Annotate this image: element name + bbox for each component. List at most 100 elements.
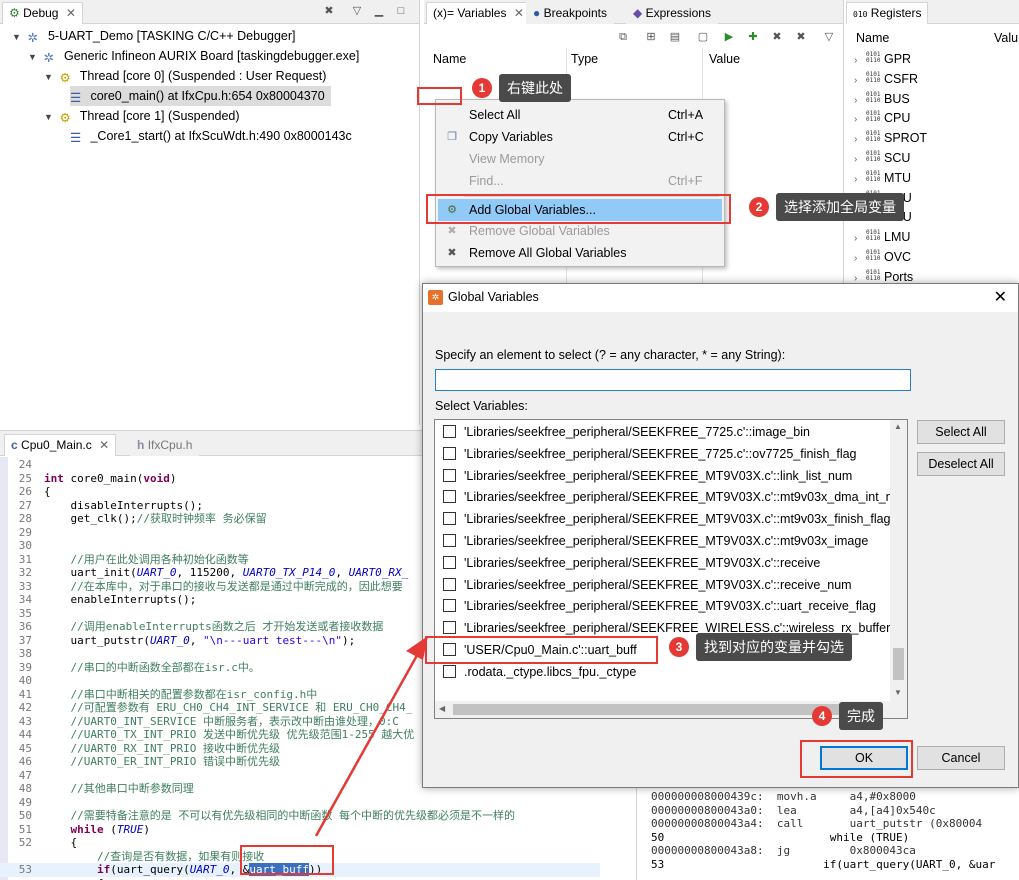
register-group-row[interactable]: ›0101 0110 BUS [854, 89, 910, 109]
variable-list-item[interactable]: .rodata._ctype.libcs_fpu._ctype [443, 662, 636, 683]
view-menu-icon[interactable]: ▽ [350, 4, 364, 18]
close-icon[interactable]: ✕ [66, 6, 76, 20]
checkbox[interactable] [443, 468, 456, 482]
new-icon[interactable]: ▢ [696, 30, 710, 44]
registers-column-name[interactable]: Name [856, 31, 889, 45]
checkbox[interactable] [443, 534, 456, 547]
variable-list-item[interactable]: 'Libraries/seekfree_peripheral/SEEKFREE_… [443, 509, 891, 530]
tab-ifxcpu-h[interactable]: h IfxCpu.h [130, 434, 200, 456]
checkbox[interactable] [443, 577, 456, 591]
tree-thread-core1[interactable]: ▼ ⚙ Thread [core 1] (Suspended) [44, 106, 240, 126]
disassembly-line[interactable]: 00000000800043a0: lea a4,[a4]0x540c [651, 804, 936, 818]
tree-frame-core1-start[interactable]: ☰ _Core1_start() at IfxScuWdt.h:490 0x80… [70, 126, 352, 146]
checkbox[interactable] [443, 446, 456, 460]
register-group-row[interactable]: ›0101 0110 SCU [854, 148, 910, 168]
remove-icon: ✖ [447, 225, 457, 237]
variable-list-item[interactable]: 'Libraries/seekfree_peripheral/SEEKFREE_… [443, 531, 868, 552]
checkbox[interactable] [443, 599, 456, 613]
tree-launch[interactable]: ▼ ✲ 5-UART_Demo [TASKING C/C++ Debugger] [12, 26, 296, 46]
expand-icon[interactable]: ▼ [28, 47, 40, 67]
remove-icon[interactable]: ✖ [770, 30, 784, 44]
register-group-row[interactable]: ›0101 0110 GPR [854, 49, 911, 69]
tab-registers[interactable]: 010 Registers [846, 2, 929, 24]
expand-icon[interactable]: ▼ [44, 67, 56, 87]
register-group-row[interactable]: ›0101 0110 CSFR [854, 69, 918, 89]
disassembly-line[interactable]: 00000000800043a8: jg 0x800043ca [651, 844, 916, 858]
variable-list-item-label: 'Libraries/seekfree_peripheral/SEEKFREE_… [464, 468, 853, 483]
tab-breakpoints[interactable]: ● Breakpoints [526, 2, 614, 24]
tab-variables[interactable]: (x)= Variables ✕ [426, 2, 531, 24]
variable-list-item[interactable]: 'Libraries/seekfree_peripheral/SEEKFREE_… [443, 422, 810, 443]
run-icon[interactable]: ▶ [722, 30, 736, 44]
close-icon[interactable]: ✕ [99, 438, 109, 452]
add-icon[interactable]: ✚ [746, 30, 760, 44]
tree-frame-core0-main[interactable]: ☰ core0_main() at IfxCpu.h:654 0x8000437… [70, 86, 331, 106]
column-name[interactable]: Name [433, 52, 466, 66]
show-type-names-icon[interactable]: ⊞ [644, 30, 658, 44]
select-all-button[interactable]: Select All [917, 420, 1005, 444]
register-group-row[interactable]: ›0101 0110 LMU [854, 227, 910, 247]
dialog-titlebar[interactable]: ✲ Global Variables ✕ [423, 284, 1018, 312]
checkbox[interactable] [443, 490, 456, 504]
cancel-button[interactable]: Cancel [917, 746, 1005, 770]
scroll-up-icon[interactable]: ▲ [894, 422, 902, 431]
register-group-label: CPU [884, 111, 911, 126]
line-number: 50 [18, 809, 32, 822]
disassembly-line[interactable]: 00000000800043a4: call uart_putstr (0x80… [651, 817, 982, 831]
deselect-all-button[interactable]: Deselect All [917, 452, 1005, 476]
expand-icon[interactable]: ▼ [44, 107, 56, 127]
register-group-row[interactable]: ›0101 0110 MTU [854, 168, 911, 188]
disassembly-line[interactable]: 53 if(uart_query(UART_0, &uar [651, 858, 995, 872]
column-type[interactable]: Type [571, 52, 598, 66]
line-number: 28 [18, 512, 32, 525]
code-text: { [44, 485, 51, 498]
collapse-all-icon[interactable]: ⧉ [616, 30, 630, 44]
filter-input[interactable] [435, 369, 911, 391]
menu-item-select-all[interactable]: Select All Ctrl+A [438, 104, 722, 126]
menu-item-remove-all-global-variables[interactable]: ✖ Remove All Global Variables [438, 242, 722, 264]
close-icon[interactable]: ✕ [514, 6, 524, 20]
remove-all-terminated-icon[interactable]: ✖ [322, 4, 336, 18]
checkbox[interactable] [443, 664, 456, 678]
variable-list-item[interactable]: 'Libraries/seekfree_peripheral/SEEKFREE_… [443, 487, 900, 508]
register-group-row[interactable]: ›0101 0110 CPU [854, 108, 910, 128]
remove-all-icon[interactable]: ✖ [794, 30, 808, 44]
variable-list-item[interactable]: 'Libraries/seekfree_peripheral/SEEKFREE_… [443, 575, 852, 596]
checkbox[interactable] [443, 425, 456, 438]
tree-thread-core0[interactable]: ▼ ⚙ Thread [core 0] (Suspended : User Re… [44, 66, 326, 86]
checkbox[interactable] [443, 512, 456, 526]
variable-list-item[interactable]: 'Libraries/seekfree_peripheral/SEEKFREE_… [443, 444, 857, 465]
tab-debug[interactable]: ⚙ Debug ✕ [2, 2, 83, 24]
vertical-scroll-thumb[interactable] [893, 648, 904, 680]
expand-icon[interactable]: ▼ [12, 27, 24, 47]
tree-target[interactable]: ▼ ✲ Generic Infineon AURIX Board [taskin… [28, 46, 359, 66]
close-icon[interactable]: ✕ [994, 287, 1007, 307]
minimize-icon[interactable]: ▁ [372, 4, 386, 18]
maximize-icon[interactable]: □ [394, 4, 408, 18]
toggle-icon[interactable]: ▤ [668, 30, 682, 44]
register-group-row[interactable]: ›0101 0110 OVC [854, 247, 911, 267]
line-number: 38 [18, 647, 32, 660]
vertical-scrollbar[interactable]: ▲ ▼ [890, 420, 907, 702]
scroll-down-icon[interactable]: ▼ [894, 688, 902, 697]
scroll-left-icon[interactable]: ◀ [439, 704, 445, 713]
disassembly-line[interactable]: 50 while (TRUE) [651, 831, 909, 845]
variable-list-item-label: 'Libraries/seekfree_peripheral/SEEKFREE_… [464, 446, 857, 461]
view-menu-icon[interactable]: ▽ [822, 30, 836, 44]
variable-list-item[interactable]: 'Libraries/seekfree_peripheral/SEEKFREE_… [443, 596, 876, 617]
checkbox[interactable] [443, 555, 456, 569]
disassembly-line[interactable]: 000000008000439c: movh.a a4,#0x8000 [651, 790, 916, 804]
column-value[interactable]: Value [709, 52, 740, 66]
menu-item-copy-variables[interactable]: ❐ Copy Variables Ctrl+C [438, 126, 722, 148]
tab-cpu0-main[interactable]: c Cpu0_Main.c ✕ [4, 434, 117, 456]
code-text: //查询是否有数据，如果有则接收 [96, 849, 265, 863]
horizontal-scrollbar[interactable]: ◀ ▶ [435, 701, 907, 718]
register-group-row[interactable]: ›0101 0110 SPROT [854, 128, 927, 148]
variable-list-item[interactable]: 'Libraries/seekfree_peripheral/SEEKFREE_… [443, 553, 820, 574]
horizontal-scroll-thumb[interactable] [453, 704, 868, 715]
variable-list-item[interactable]: 'Libraries/seekfree_peripheral/SEEKFREE_… [443, 466, 852, 487]
registers-column-value[interactable]: Valu [994, 31, 1018, 45]
tab-expressions[interactable]: ◆ Expressions [626, 2, 718, 24]
debug-view: ⚙ Debug ✕ ✖ ▽ ▁ □ ▼ ✲ 5-UART_Demo [TASKI… [0, 0, 420, 425]
checkbox[interactable] [443, 621, 456, 635]
